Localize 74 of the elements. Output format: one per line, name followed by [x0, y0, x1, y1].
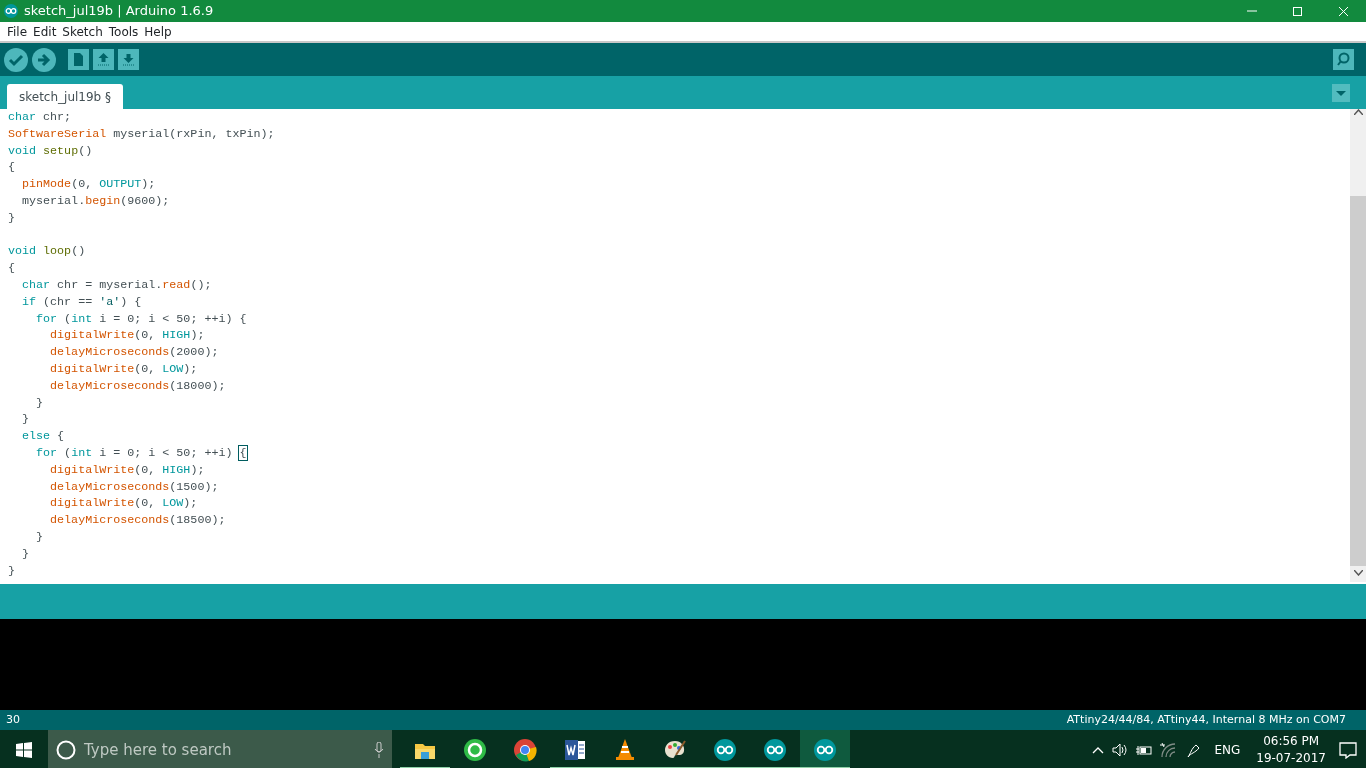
code-line: pinMode(0, OUTPUT); [21, 176, 156, 193]
document-icon [68, 49, 89, 70]
code-line: for (int i = 0; i < 50; ++i) { [35, 310, 247, 328]
scrollbar-thumb[interactable] [1350, 196, 1366, 566]
close-icon [1337, 5, 1349, 17]
code-line: digitalWrite(0, HIGH); [49, 461, 205, 479]
menu-item[interactable]: Tools [105, 22, 142, 41]
window-title: sketch_jul19b | Arduino 1.6.9 [24, 2, 215, 21]
windows-logo-icon [16, 742, 32, 758]
battery-icon[interactable] [1136, 744, 1153, 756]
code-line: if (chr == 'a') { [21, 293, 142, 311]
browser-icon [513, 738, 537, 762]
code-line: delayMicroseconds(18000); [49, 377, 226, 395]
menu-item[interactable]: File [4, 22, 31, 41]
save-button[interactable] [118, 49, 139, 70]
code-line: delayMicroseconds(18500); [49, 512, 226, 529]
vertical-scrollbar[interactable] [1350, 109, 1366, 582]
speaker-icon[interactable] [1112, 743, 1129, 757]
taskbar-app[interactable] [800, 730, 850, 768]
code-line: } [8, 562, 15, 580]
traffic-cone-icon [613, 737, 637, 762]
upload-button[interactable] [32, 47, 56, 72]
check-icon [4, 47, 28, 72]
menu-item[interactable]: Help [141, 22, 175, 41]
chevron-up-icon[interactable] [1092, 746, 1105, 754]
code-line: delayMicroseconds(2000); [49, 344, 219, 361]
document-w-icon [563, 737, 587, 762]
verify-button[interactable] [4, 47, 28, 72]
clock-time[interactable]: 06:56 PM [1263, 733, 1320, 750]
chat-bubble-icon [463, 738, 487, 762]
infinity-circle-icon [713, 737, 737, 762]
code-line: digitalWrite(0, LOW); [49, 495, 198, 513]
sketch-tab[interactable]: sketch_jul19b § [7, 84, 124, 109]
code-line: else { [21, 428, 65, 445]
maximize-icon [1291, 5, 1303, 17]
code-line: } [35, 528, 44, 546]
code-line: delayMicroseconds(1500); [49, 478, 219, 496]
code-line: } [35, 394, 44, 412]
scroll-up-icon[interactable] [1353, 109, 1363, 115]
clock-date[interactable]: 19-07-2017 [1256, 750, 1326, 767]
code-line: } [21, 545, 30, 563]
code-line: } [21, 411, 30, 429]
line-number: 30 [6, 711, 20, 728]
menu-item[interactable]: Edit [30, 22, 60, 41]
microphone-icon[interactable] [374, 742, 384, 758]
infinity-circle-icon [813, 737, 837, 762]
code-line: } [8, 209, 15, 227]
caret-down-icon [1332, 83, 1350, 102]
code-line: void setup() [8, 142, 93, 160]
board-info: ATtiny24/44/84, ATtiny44, Internal 8 MHz on COM7 [1066, 711, 1346, 728]
infinity-circle-icon [763, 737, 787, 762]
code-line: { [8, 159, 15, 177]
code-line: SoftwareSerial myserial(rxPin, txPin); [8, 125, 275, 143]
code-line: { [8, 260, 15, 277]
magnifier-icon [1333, 49, 1354, 70]
scroll-down-icon[interactable] [1353, 570, 1363, 576]
code-line: char chr = myserial.read(); [21, 276, 212, 294]
code-line: for (int i = 0; i < 50; ++i) { [35, 444, 247, 462]
new-button[interactable] [68, 49, 89, 70]
arduino-logo-icon [4, 4, 18, 18]
code-line: digitalWrite(0, LOW); [49, 360, 198, 378]
cortana-circle-icon [56, 740, 76, 760]
code-line: void loop() [8, 243, 86, 261]
notification-icon[interactable] [1338, 741, 1358, 759]
tab-menu-button[interactable] [1332, 83, 1350, 102]
code-line: myserial.begin(9600); [21, 193, 170, 210]
search-field[interactable]: Type here to search [48, 730, 392, 768]
language-indicator[interactable]: ENG [1214, 741, 1241, 759]
code-line: digitalWrite(0, HIGH); [49, 327, 205, 345]
menu-item[interactable]: Sketch [59, 22, 106, 41]
serial-monitor-button[interactable] [1333, 49, 1354, 70]
arrow-right-icon [32, 47, 56, 72]
code-line: char chr; [8, 109, 72, 126]
open-button[interactable] [93, 49, 114, 70]
